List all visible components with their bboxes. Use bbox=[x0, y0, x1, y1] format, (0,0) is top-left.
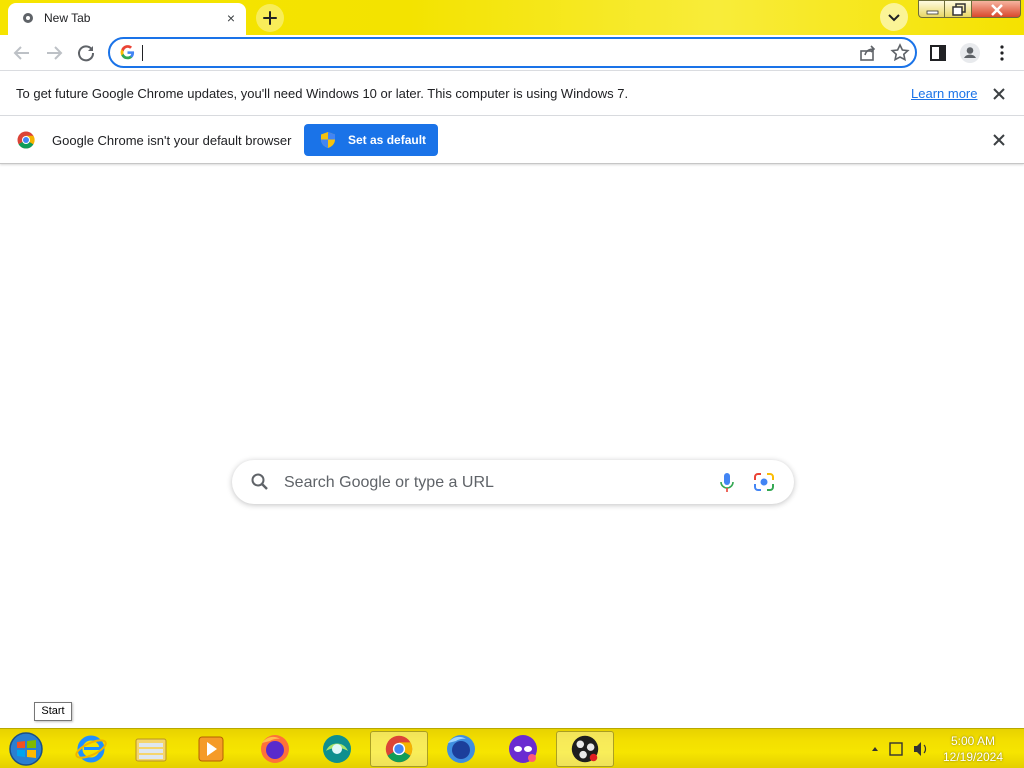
internet-explorer-icon[interactable] bbox=[62, 731, 120, 767]
share-icon[interactable] bbox=[856, 41, 880, 65]
file-explorer-icon[interactable] bbox=[122, 731, 180, 767]
start-tooltip: Start bbox=[34, 702, 72, 721]
default-browser-infobar: Google Chrome isn't your default browser… bbox=[0, 116, 1024, 164]
privacy-app-icon[interactable] bbox=[494, 731, 552, 767]
google-lens-icon[interactable] bbox=[753, 472, 775, 492]
browser-toolbar bbox=[0, 35, 1024, 71]
microphone-icon[interactable] bbox=[718, 472, 736, 494]
search-icon bbox=[251, 473, 268, 490]
side-panel-icon[interactable] bbox=[926, 41, 950, 65]
minimize-icon bbox=[926, 10, 939, 15]
window-minimize-button[interactable] bbox=[918, 0, 945, 18]
volume-icon bbox=[914, 742, 921, 756]
tab-title: New Tab bbox=[44, 11, 91, 25]
ntp-search-box[interactable]: Search Google or type a URL bbox=[232, 460, 794, 504]
chrome-logo-icon bbox=[17, 131, 35, 149]
close-icon bbox=[991, 4, 1003, 16]
new-tab-plus-icon[interactable] bbox=[256, 4, 284, 32]
show-hidden-icons-icon bbox=[872, 747, 878, 751]
firefox-icon[interactable] bbox=[246, 731, 304, 767]
uac-shield-icon bbox=[321, 132, 335, 148]
google-g-icon bbox=[120, 45, 135, 60]
windows-start-orb-icon[interactable] bbox=[6, 731, 46, 767]
tab-new-tab[interactable]: New Tab × bbox=[8, 3, 246, 35]
clock-date: 12/19/2024 bbox=[942, 750, 1004, 764]
firefox-icon[interactable] bbox=[432, 731, 490, 767]
window-restore-button[interactable] bbox=[944, 0, 972, 18]
app-icon[interactable] bbox=[308, 731, 366, 767]
system-tray bbox=[872, 742, 927, 756]
reload-icon[interactable] bbox=[72, 39, 100, 67]
network-icon bbox=[889, 742, 903, 756]
tab-strip: New Tab × bbox=[0, 0, 1024, 35]
close-icon[interactable] bbox=[991, 86, 1007, 102]
tab-close-icon[interactable]: × bbox=[222, 9, 240, 27]
ntp-search-placeholder: Search Google or type a URL bbox=[284, 474, 494, 491]
new-tab-favicon-icon bbox=[23, 13, 33, 23]
close-icon[interactable] bbox=[991, 132, 1007, 148]
windows-taskbar: 5:00 AM 12/19/2024 bbox=[0, 728, 1024, 768]
chrome-icon[interactable] bbox=[370, 731, 428, 767]
obs-icon[interactable] bbox=[556, 731, 614, 767]
taskbar-clock[interactable]: 5:00 AM 12/19/2024 bbox=[936, 733, 1010, 765]
set-as-default-button[interactable]: Set as default bbox=[304, 124, 438, 156]
media-player-icon[interactable] bbox=[182, 731, 240, 767]
profile-avatar-icon[interactable] bbox=[958, 41, 982, 65]
menu-kebab-icon[interactable] bbox=[990, 41, 1014, 65]
tab-search-chevron-down-icon[interactable] bbox=[880, 3, 908, 31]
address-input[interactable] bbox=[140, 43, 840, 63]
back-arrow-icon[interactable] bbox=[8, 39, 36, 67]
bookmark-star-icon[interactable] bbox=[888, 41, 912, 65]
window-close-button[interactable] bbox=[971, 0, 1021, 18]
restore-icon bbox=[952, 3, 966, 16]
update-message: To get future Google Chrome updates, you… bbox=[16, 86, 629, 101]
learn-more-link[interactable]: Learn more bbox=[911, 86, 977, 101]
update-infobar: To get future Google Chrome updates, you… bbox=[0, 71, 1024, 116]
set-as-default-label: Set as default bbox=[348, 133, 427, 147]
default-browser-message: Google Chrome isn't your default browser bbox=[52, 133, 292, 148]
clock-time: 5:00 AM bbox=[950, 734, 996, 748]
address-bar[interactable] bbox=[108, 37, 917, 68]
forward-arrow-icon[interactable] bbox=[40, 39, 68, 67]
